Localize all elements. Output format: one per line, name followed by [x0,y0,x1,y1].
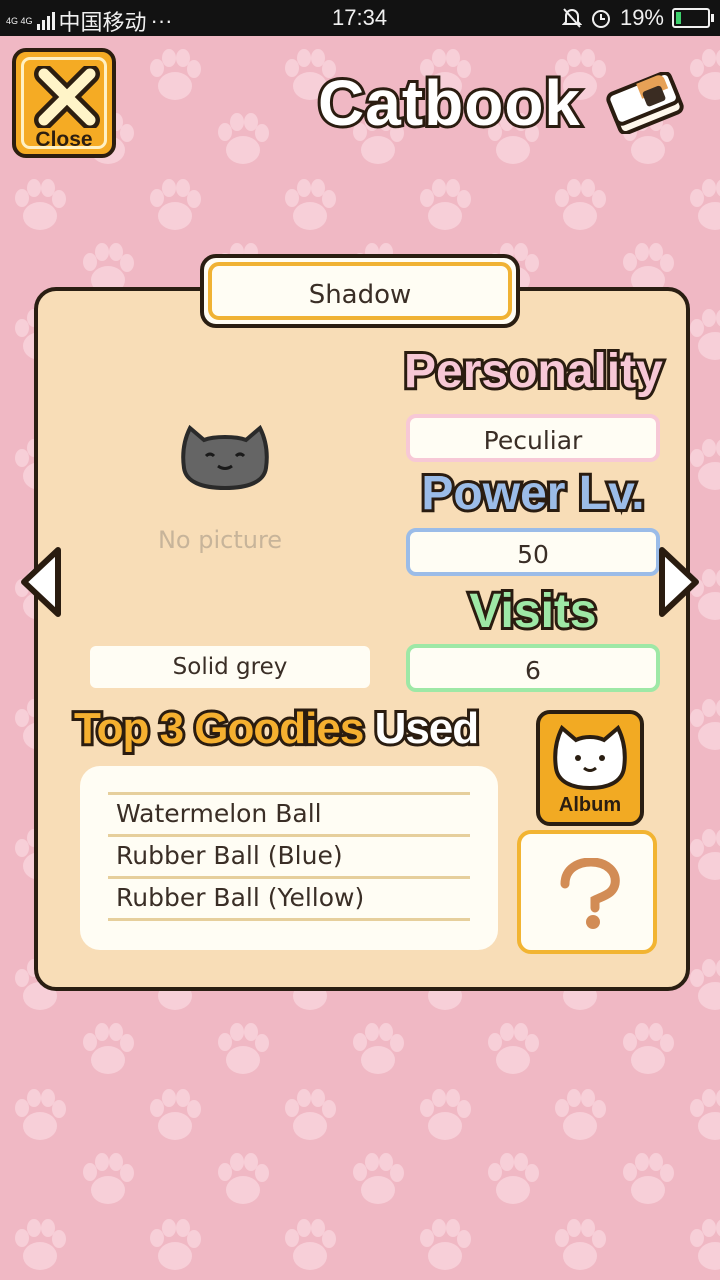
power-level-label: Power Lv. [418,464,647,523]
more-notifications-icon: ··· [150,8,173,33]
cat-name: Shadow [308,280,412,310]
cat-face-icon [181,424,269,490]
list-item: Watermelon Ball [108,792,470,837]
alarm-clock-icon [591,10,610,28]
heading-goodies: Goodies [191,701,367,756]
power-level-value: 50 [517,540,549,569]
signal-strength-icon [36,12,55,30]
close-x-icon [34,66,100,128]
mute-bell-icon [561,8,582,28]
previous-cat-arrow[interactable] [18,544,64,620]
goodie-name: Rubber Ball (Blue) [116,841,343,870]
cat-name-tab: Shadow [200,254,520,328]
top-goodies-heading: Top 3 Goodies Used [71,701,483,756]
heading-used: Used [372,701,483,756]
status-bar-right: 19% [561,5,714,31]
close-button[interactable]: Close [12,48,116,158]
visits-box: 6 [406,644,660,692]
personality-box: Peculiar [406,414,660,462]
cat-face-icon [553,724,627,791]
visits-label: Visits [466,582,599,641]
power-level-box: 50 [406,528,660,576]
battery-icon [672,8,714,28]
network-type-indicator: 4G 4G [6,16,33,26]
list-item: Rubber Ball (Blue) [108,834,470,879]
status-bar-left: 4G 4G 中国移动 ··· [6,5,173,37]
page-title: Catbook [315,64,583,142]
catbook-book-icon [606,72,684,134]
coat-pattern-box: Solid grey [90,646,370,688]
album-button[interactable]: Album [536,710,644,826]
list-item: Rubber Ball (Yellow) [108,876,470,921]
coat-pattern-value: Solid grey [172,654,288,680]
battery-percent: 19% [619,5,664,30]
clock: 17:34 [332,5,388,30]
album-label: Album [558,794,622,816]
close-label: Close [35,128,93,151]
goodies-list: Watermelon Ball Rubber Ball (Blue) Rubbe… [80,766,498,950]
status-bar: 4G 4G 中国移动 ··· 17:34 19% [0,0,720,36]
no-picture-placeholder: No picture [157,526,283,554]
visits-value: 6 [525,656,541,685]
goodie-name: Rubber Ball (Yellow) [116,883,365,912]
list-divider [108,918,470,921]
heading-top3: Top 3 [71,701,187,756]
carrier-name: 中国移动 [58,10,147,35]
help-button[interactable] [517,830,657,954]
personality-value: Peculiar [483,426,583,455]
personality-label: Personality [401,342,666,401]
question-mark-icon [560,858,620,929]
next-cat-arrow[interactable] [656,544,702,620]
goodie-name: Watermelon Ball [116,799,322,828]
